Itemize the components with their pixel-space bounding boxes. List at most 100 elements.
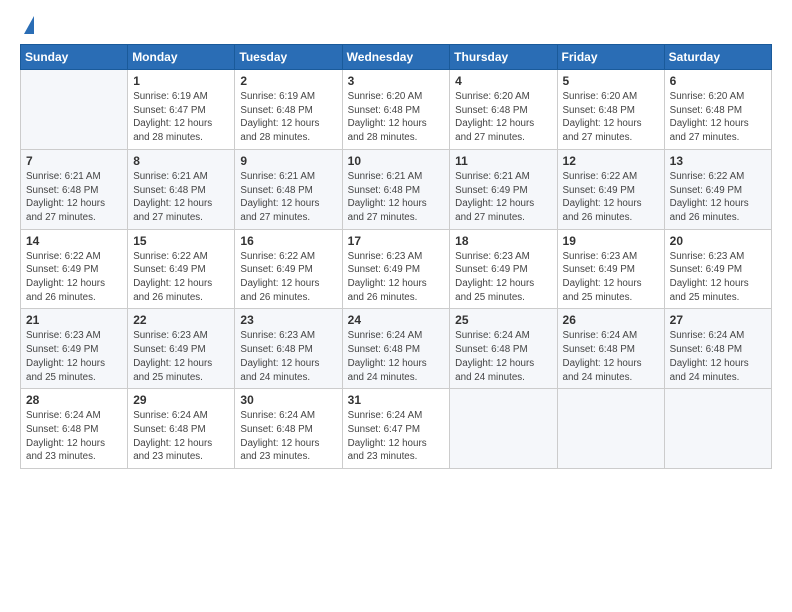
day-number: 24 xyxy=(348,313,445,327)
day-cell: 4Sunrise: 6:20 AMSunset: 6:48 PMDaylight… xyxy=(450,70,557,150)
day-number: 16 xyxy=(240,234,336,248)
day-number: 5 xyxy=(563,74,659,88)
day-cell: 12 Sunrise: 6:22 AMSunset: 6:49 PMDayligh… xyxy=(557,149,664,229)
day-info: Sunrise: 6:20 AMSunset: 6:48 PMDaylight:… xyxy=(670,90,766,145)
day-number: 31 xyxy=(348,393,445,407)
day-cell: 7 Sunrise: 6:21 AMSunset: 6:48 PMDaylight… xyxy=(21,149,128,229)
week-row-1: 1Sunrise: 6:19 AMSunset: 6:47 PMDaylight… xyxy=(21,70,772,150)
day-number: 10 xyxy=(348,154,445,168)
column-header-friday: Friday xyxy=(557,45,664,70)
day-info: Sunrise: 6:19 AMSunset: 6:48 PMDaylight:… xyxy=(240,90,336,145)
week-row-5: 28 Sunrise: 6:24 AMSunset: 6:48 PMDayligh… xyxy=(21,389,772,469)
day-number: 18 xyxy=(455,234,551,248)
day-info: Sunrise: 6:24 AMSunset: 6:48 PMDaylight:… xyxy=(455,329,551,384)
day-info: Sunrise: 6:22 AMSunset: 6:49 PMDaylight:… xyxy=(133,250,229,305)
day-number: 21 xyxy=(26,313,122,327)
day-number: 8 xyxy=(133,154,229,168)
day-number: 26 xyxy=(563,313,659,327)
day-cell: 23 Sunrise: 6:23 AMSunset: 6:48 PMDayligh… xyxy=(235,309,342,389)
day-number: 25 xyxy=(455,313,551,327)
day-info: Sunrise: 6:23 AMSunset: 6:49 PMDaylight:… xyxy=(563,250,659,305)
day-info: Sunrise: 6:23 AMSunset: 6:49 PMDaylight:… xyxy=(670,250,766,305)
week-row-4: 21 Sunrise: 6:23 AMSunset: 6:49 PMDayligh… xyxy=(21,309,772,389)
day-number: 30 xyxy=(240,393,336,407)
day-cell: 15Sunrise: 6:22 AMSunset: 6:49 PMDayligh… xyxy=(128,229,235,309)
logo-triangle-icon xyxy=(24,16,34,34)
day-info: Sunrise: 6:23 AMSunset: 6:49 PMDaylight:… xyxy=(455,250,551,305)
day-info: Sunrise: 6:21 AMSunset: 6:49 PMDaylight:… xyxy=(455,170,551,225)
day-number: 11 xyxy=(455,154,551,168)
day-cell: 25 Sunrise: 6:24 AMSunset: 6:48 PMDayligh… xyxy=(450,309,557,389)
day-number: 29 xyxy=(133,393,229,407)
day-info: Sunrise: 6:21 AMSunset: 6:48 PMDaylight:… xyxy=(133,170,229,225)
day-info: Sunrise: 6:24 AMSunset: 6:48 PMDaylight:… xyxy=(26,409,122,464)
week-row-3: 14 Sunrise: 6:22 AMSunset: 6:49 PMDayligh… xyxy=(21,229,772,309)
day-cell: 19 Sunrise: 6:23 AMSunset: 6:49 PMDayligh… xyxy=(557,229,664,309)
column-header-thursday: Thursday xyxy=(450,45,557,70)
day-cell xyxy=(664,389,771,469)
day-info: Sunrise: 6:24 AMSunset: 6:48 PMDaylight:… xyxy=(240,409,336,464)
day-cell: 1Sunrise: 6:19 AMSunset: 6:47 PMDaylight… xyxy=(128,70,235,150)
day-cell: 28 Sunrise: 6:24 AMSunset: 6:48 PMDayligh… xyxy=(21,389,128,469)
day-number: 13 xyxy=(670,154,766,168)
day-cell: 9 Sunrise: 6:21 AMSunset: 6:48 PMDaylight… xyxy=(235,149,342,229)
day-number: 28 xyxy=(26,393,122,407)
day-info: Sunrise: 6:24 AMSunset: 6:48 PMDaylight:… xyxy=(348,329,445,384)
day-info: Sunrise: 6:23 AMSunset: 6:49 PMDaylight:… xyxy=(348,250,445,305)
day-cell: 22Sunrise: 6:23 AMSunset: 6:49 PMDayligh… xyxy=(128,309,235,389)
day-number: 3 xyxy=(348,74,445,88)
day-info: Sunrise: 6:21 AMSunset: 6:48 PMDaylight:… xyxy=(240,170,336,225)
day-info: Sunrise: 6:23 AMSunset: 6:49 PMDaylight:… xyxy=(26,329,122,384)
column-header-wednesday: Wednesday xyxy=(342,45,450,70)
calendar-body: 1Sunrise: 6:19 AMSunset: 6:47 PMDaylight… xyxy=(21,70,772,469)
day-cell: 5 Sunrise: 6:20 AMSunset: 6:48 PMDaylight… xyxy=(557,70,664,150)
day-cell xyxy=(21,70,128,150)
day-cell: 27 Sunrise: 6:24 AMSunset: 6:48 PMDayligh… xyxy=(664,309,771,389)
column-header-saturday: Saturday xyxy=(664,45,771,70)
day-number: 9 xyxy=(240,154,336,168)
day-number: 23 xyxy=(240,313,336,327)
day-number: 14 xyxy=(26,234,122,248)
day-info: Sunrise: 6:22 AMSunset: 6:49 PMDaylight:… xyxy=(670,170,766,225)
day-cell xyxy=(557,389,664,469)
day-info: Sunrise: 6:24 AMSunset: 6:48 PMDaylight:… xyxy=(670,329,766,384)
day-cell: 24 Sunrise: 6:24 AMSunset: 6:48 PMDayligh… xyxy=(342,309,450,389)
day-cell: 14Sunrise: 6:22 AMSunset: 6:49 PMDayligh… xyxy=(21,229,128,309)
day-number: 27 xyxy=(670,313,766,327)
day-cell: 10 Sunrise: 6:21 AMSunset: 6:48 PMDayligh… xyxy=(342,149,450,229)
day-number: 17 xyxy=(348,234,445,248)
day-number: 1 xyxy=(133,74,229,88)
calendar-table: SundayMondayTuesdayWednesdayThursdayFrid… xyxy=(20,44,772,469)
day-number: 4 xyxy=(455,74,551,88)
day-cell: 31 Sunrise: 6:24 AMSunset: 6:47 PMDayligh… xyxy=(342,389,450,469)
day-info: Sunrise: 6:21 AMSunset: 6:48 PMDaylight:… xyxy=(348,170,445,225)
day-cell: 26 Sunrise: 6:24 AMSunset: 6:48 PMDayligh… xyxy=(557,309,664,389)
day-cell: 20 Sunrise: 6:23 AMSunset: 6:49 PMDayligh… xyxy=(664,229,771,309)
day-info: Sunrise: 6:21 AMSunset: 6:48 PMDaylight:… xyxy=(26,170,122,225)
day-cell: 29 Sunrise: 6:24 AMSunset: 6:48 PMDayligh… xyxy=(128,389,235,469)
day-info: Sunrise: 6:20 AMSunset: 6:48 PMDaylight:… xyxy=(348,90,445,145)
day-number: 20 xyxy=(670,234,766,248)
week-row-2: 7 Sunrise: 6:21 AMSunset: 6:48 PMDaylight… xyxy=(21,149,772,229)
day-cell: 16 Sunrise: 6:22 AMSunset: 6:49 PMDayligh… xyxy=(235,229,342,309)
day-cell: 18 Sunrise: 6:23 AMSunset: 6:49 PMDayligh… xyxy=(450,229,557,309)
day-info: Sunrise: 6:24 AMSunset: 6:47 PMDaylight:… xyxy=(348,409,445,464)
day-cell: 11 Sunrise: 6:21 AMSunset: 6:49 PMDayligh… xyxy=(450,149,557,229)
header xyxy=(20,16,772,36)
day-info: Sunrise: 6:24 AMSunset: 6:48 PMDaylight:… xyxy=(563,329,659,384)
day-number: 2 xyxy=(240,74,336,88)
day-number: 6 xyxy=(670,74,766,88)
day-cell: 8 Sunrise: 6:21 AMSunset: 6:48 PMDaylight… xyxy=(128,149,235,229)
day-cell xyxy=(450,389,557,469)
day-cell: 13 Sunrise: 6:22 AMSunset: 6:49 PMDayligh… xyxy=(664,149,771,229)
day-number: 12 xyxy=(563,154,659,168)
day-info: Sunrise: 6:24 AMSunset: 6:48 PMDaylight:… xyxy=(133,409,229,464)
column-header-tuesday: Tuesday xyxy=(235,45,342,70)
day-number: 19 xyxy=(563,234,659,248)
day-number: 7 xyxy=(26,154,122,168)
day-info: Sunrise: 6:23 AMSunset: 6:48 PMDaylight:… xyxy=(240,329,336,384)
day-info: Sunrise: 6:22 AMSunset: 6:49 PMDaylight:… xyxy=(563,170,659,225)
calendar-header: SundayMondayTuesdayWednesdayThursdayFrid… xyxy=(21,45,772,70)
day-info: Sunrise: 6:22 AMSunset: 6:49 PMDaylight:… xyxy=(240,250,336,305)
day-info: Sunrise: 6:20 AMSunset: 6:48 PMDaylight:… xyxy=(563,90,659,145)
